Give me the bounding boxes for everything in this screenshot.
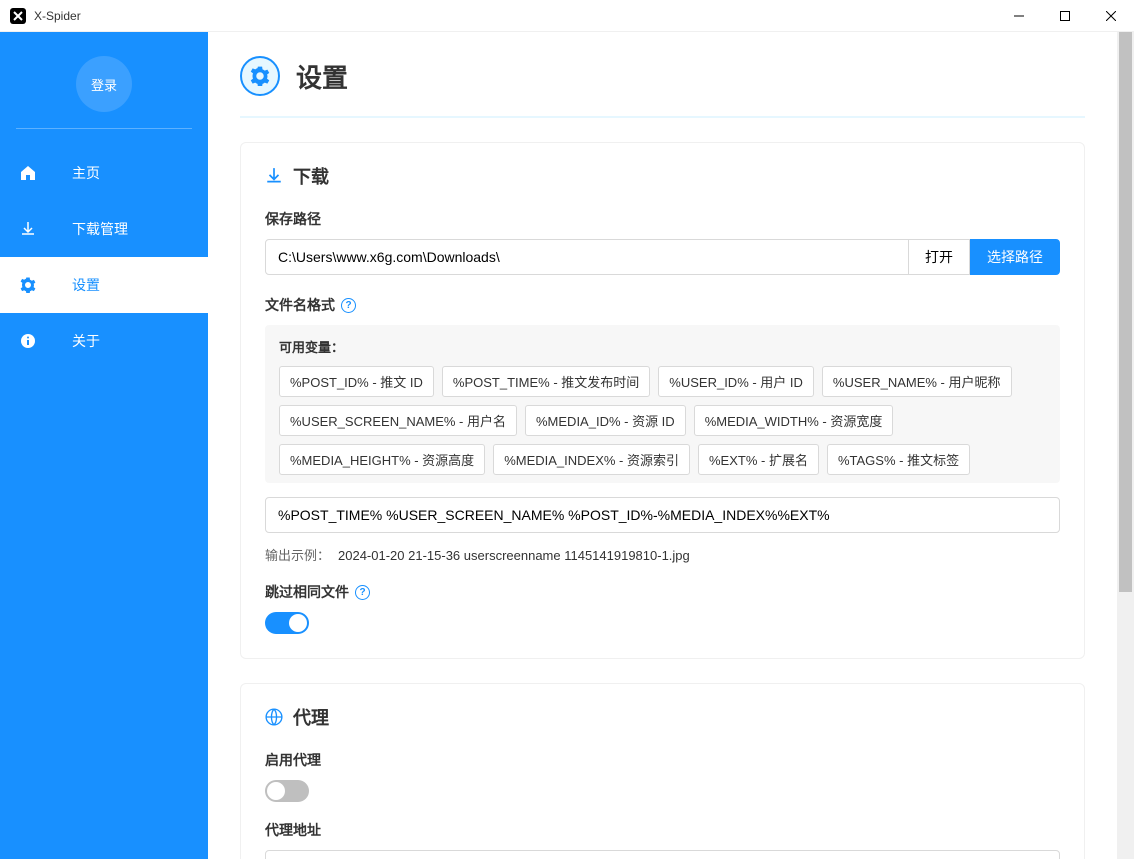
help-icon[interactable]: ? — [341, 298, 356, 313]
sidebar-item-label: 关于 — [72, 331, 100, 351]
scrollbar[interactable] — [1117, 32, 1134, 859]
login-button[interactable]: 登录 — [76, 56, 132, 112]
variable-tag[interactable]: %MEDIA_WIDTH% - 资源宽度 — [694, 405, 894, 436]
help-icon[interactable]: ? — [355, 585, 370, 600]
choose-path-button[interactable]: 选择路径 — [970, 239, 1060, 275]
variable-tag[interactable]: %TAGS% - 推文标签 — [827, 444, 970, 475]
minimize-button[interactable] — [996, 0, 1042, 32]
filename-format-label: 文件名格式 ? — [265, 295, 1060, 315]
sidebar: 登录 主页 下载管理 设置 关于 — [0, 32, 208, 859]
enable-proxy-label: 启用代理 — [265, 750, 1060, 770]
filename-format-input[interactable] — [265, 497, 1060, 533]
app-icon — [10, 8, 26, 24]
save-path-label: 保存路径 — [265, 209, 1060, 229]
titlebar: X-Spider — [0, 0, 1134, 32]
variables-box: 可用变量： %POST_ID% - 推文 ID %POST_TIME% - 推文发… — [265, 325, 1060, 483]
variables-label: 可用变量： — [279, 337, 1046, 356]
sidebar-item-label: 下载管理 — [72, 219, 128, 239]
proxy-card: 代理 启用代理 代理地址 — [240, 683, 1085, 859]
sidebar-item-about[interactable]: 关于 — [0, 313, 208, 369]
sidebar-item-downloads[interactable]: 下载管理 — [0, 201, 208, 257]
proxy-address-input[interactable] — [265, 850, 1060, 859]
globe-icon — [265, 708, 283, 726]
variable-tag[interactable]: %POST_ID% - 推文 ID — [279, 366, 434, 397]
window-title: X-Spider — [34, 9, 996, 23]
card-title: 下载 — [293, 163, 329, 189]
card-title: 代理 — [293, 704, 329, 730]
home-icon — [20, 165, 36, 181]
sidebar-item-label: 设置 — [72, 275, 100, 295]
variable-tag[interactable]: %POST_TIME% - 推文发布时间 — [442, 366, 650, 397]
variable-tag[interactable]: %EXT% - 扩展名 — [698, 444, 819, 475]
variable-tag[interactable]: %USER_NAME% - 用户昵称 — [822, 366, 1012, 397]
gear-icon — [240, 56, 280, 96]
variable-tag[interactable]: %USER_SCREEN_NAME% - 用户名 — [279, 405, 517, 436]
enable-proxy-toggle[interactable] — [265, 780, 309, 802]
download-card: 下载 保存路径 打开 选择路径 文件名格式 ? 可用变量： %POST_I — [240, 142, 1085, 659]
info-icon — [20, 333, 36, 349]
sidebar-item-settings[interactable]: 设置 — [0, 257, 208, 313]
save-path-input[interactable] — [265, 239, 909, 275]
variable-tag[interactable]: %USER_ID% - 用户 ID — [658, 366, 814, 397]
proxy-address-label: 代理地址 — [265, 820, 1060, 840]
download-icon — [265, 167, 283, 185]
download-icon — [20, 221, 36, 237]
gear-icon — [20, 277, 36, 293]
page-title: 设置 — [296, 58, 348, 95]
sidebar-divider — [16, 128, 192, 129]
variable-tag[interactable]: %MEDIA_INDEX% - 资源索引 — [493, 444, 690, 475]
skip-same-label: 跳过相同文件 ? — [265, 582, 1060, 602]
maximize-button[interactable] — [1042, 0, 1088, 32]
close-button[interactable] — [1088, 0, 1134, 32]
page-header: 设置 — [240, 56, 1085, 118]
open-button[interactable]: 打开 — [909, 239, 970, 275]
variable-tag[interactable]: %MEDIA_ID% - 资源 ID — [525, 405, 686, 436]
sidebar-item-label: 主页 — [72, 163, 100, 183]
skip-same-toggle[interactable] — [265, 612, 309, 634]
output-example: 输出示例：2024-01-20 21-15-36 userscreenname … — [265, 545, 1060, 564]
variable-tag[interactable]: %MEDIA_HEIGHT% - 资源高度 — [279, 444, 485, 475]
sidebar-item-home[interactable]: 主页 — [0, 145, 208, 201]
